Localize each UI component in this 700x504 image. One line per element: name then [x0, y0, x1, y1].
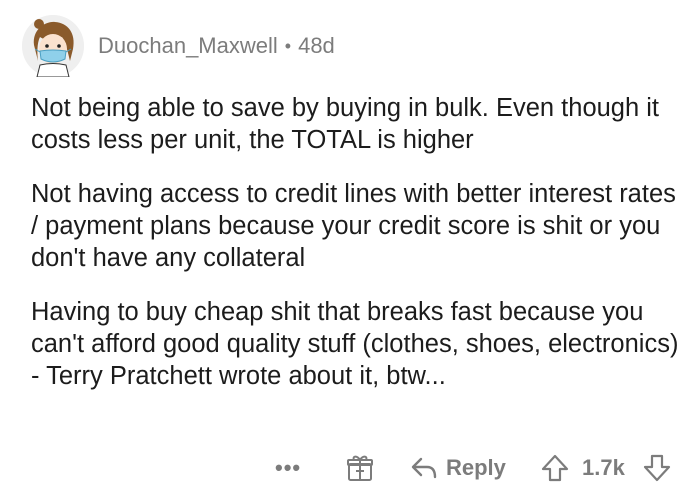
meta-separator: • [284, 35, 292, 56]
award-icon [347, 455, 373, 481]
comment-age: 48d [298, 33, 335, 58]
comment: Duochan_Maxwell • 48d Not being able to … [0, 0, 700, 504]
username[interactable]: Duochan_Maxwell [98, 33, 278, 59]
upvote-button[interactable] [540, 448, 570, 488]
more-options-button[interactable]: ••• [275, 448, 301, 488]
reply-button[interactable]: Reply [410, 448, 506, 488]
comment-paragraph-2: Not having access to credit lines with b… [31, 180, 676, 272]
downvote-icon [643, 454, 671, 482]
avatar-icon [22, 15, 84, 77]
avatar[interactable] [22, 15, 84, 77]
upvote-icon [541, 454, 569, 482]
award-button[interactable] [345, 448, 375, 488]
reply-label: Reply [446, 455, 506, 480]
comment-header: Duochan_Maxwell • 48d [22, 14, 335, 78]
comment-actions: ••• Reply 1.7k [0, 448, 700, 488]
comment-paragraph-3: Having to buy cheap shit that breaks fas… [31, 298, 679, 390]
comment-paragraph-1: Not being able to save by buying in bulk… [31, 94, 659, 154]
downvote-button[interactable] [642, 448, 672, 488]
comment-meta: Duochan_Maxwell • 48d [98, 33, 335, 59]
reply-icon [411, 457, 437, 479]
comment-body: Not being able to save by buying in bulk… [31, 92, 686, 414]
vote-score: 1.7k [582, 455, 625, 480]
